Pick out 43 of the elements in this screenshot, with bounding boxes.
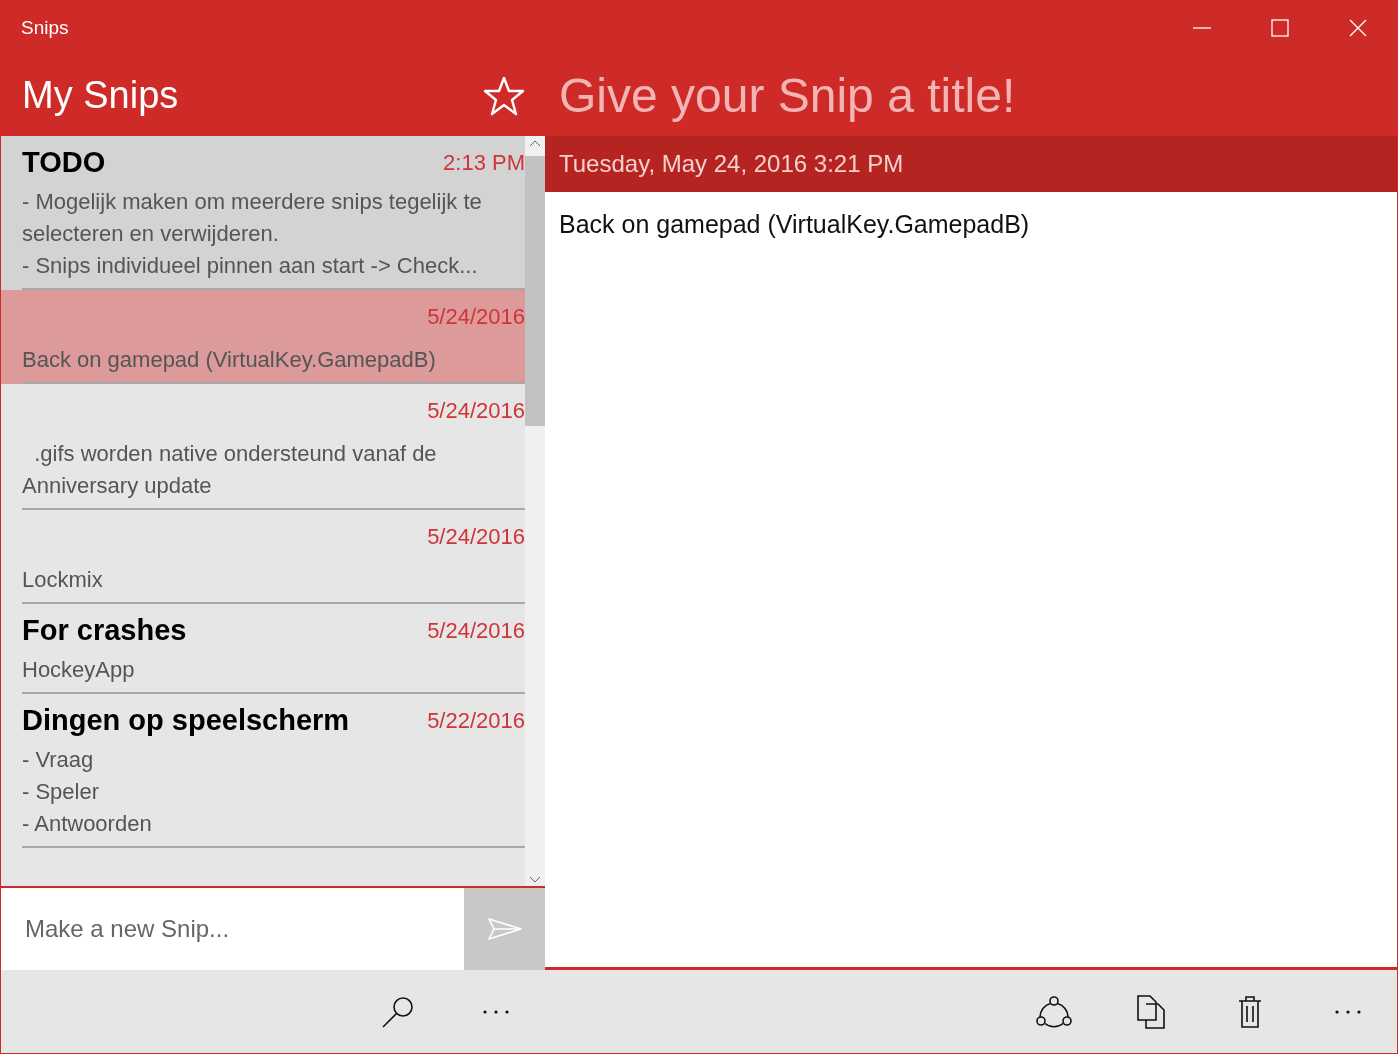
chevron-up-icon — [529, 139, 541, 147]
snip-preview: - Antwoorden — [22, 810, 153, 838]
minimize-icon — [1193, 27, 1211, 29]
snip-preview: Lockmix — [22, 566, 104, 594]
snip-body-text: Back on gamepad (VirtualKey.GamepadB) — [559, 210, 1030, 238]
copy-icon — [1136, 993, 1168, 1030]
snip-preview: - Mogelijk maken om meerdere snips tegelijk te — [22, 188, 483, 216]
favorites-button[interactable] — [483, 75, 525, 116]
snip-preview: .gifs worden native ondersteund vanaf de — [33, 440, 438, 468]
new-snip-field[interactable]: Make a new Snip... — [1, 888, 464, 970]
snip-preview: - Speler — [22, 778, 101, 806]
snip-date: 5/24/2016 — [427, 618, 525, 644]
snip-title: For crashes — [22, 614, 188, 647]
snip-title-field[interactable]: Give your Snip a title! — [545, 55, 1397, 136]
trash-icon — [1236, 993, 1264, 1030]
snip-title: TODO — [22, 146, 107, 179]
snip-date: 5/22/2016 — [427, 708, 525, 734]
snip-preview: Anniversary update — [22, 472, 213, 500]
snip-date: 5/24/2016 — [427, 304, 525, 330]
list-title: My Snips — [22, 74, 180, 117]
window-title: Snips — [21, 17, 70, 39]
maximize-icon — [1271, 19, 1289, 37]
more-icon — [1335, 1009, 1361, 1014]
send-icon — [486, 917, 523, 941]
more-icon — [483, 1009, 509, 1014]
snip-date: 5/24/2016 — [427, 398, 525, 424]
snip-date: 2:13 PM — [443, 150, 525, 176]
snip-preview: - Snips individueel pinnen aan start -> Check... — [22, 252, 479, 280]
snip-body-editor[interactable]: Back on gamepad (VirtualKey.GamepadB) — [545, 192, 1397, 970]
scrollbar-thumb[interactable] — [525, 156, 545, 426]
snip-timestamp: Tuesday, May 24, 2016 3:21 PM — [559, 150, 904, 178]
chevron-down-icon — [529, 875, 541, 883]
share-icon — [1035, 993, 1073, 1030]
snip-preview: selecteren en verwijderen. — [22, 220, 280, 248]
snip-date: 5/24/2016 — [427, 524, 525, 550]
snip-preview: HockeyApp — [22, 656, 136, 684]
snip-preview: - Vraag — [22, 746, 95, 774]
scrollbar[interactable] — [525, 136, 545, 886]
snip-title: Dingen op speelscherm — [22, 704, 351, 737]
snip-preview: Back on gamepad (VirtualKey.GamepadB) — [22, 346, 437, 374]
close-icon — [1349, 19, 1367, 37]
star-icon — [483, 75, 525, 116]
snip-item[interactable]: TODO 2:13 PM - Mogelijk maken om meerdere snips tegelijk te selecteren en verwijderen. - Snips individueel pinnen aan start -> Check... — [1, 136, 525, 290]
